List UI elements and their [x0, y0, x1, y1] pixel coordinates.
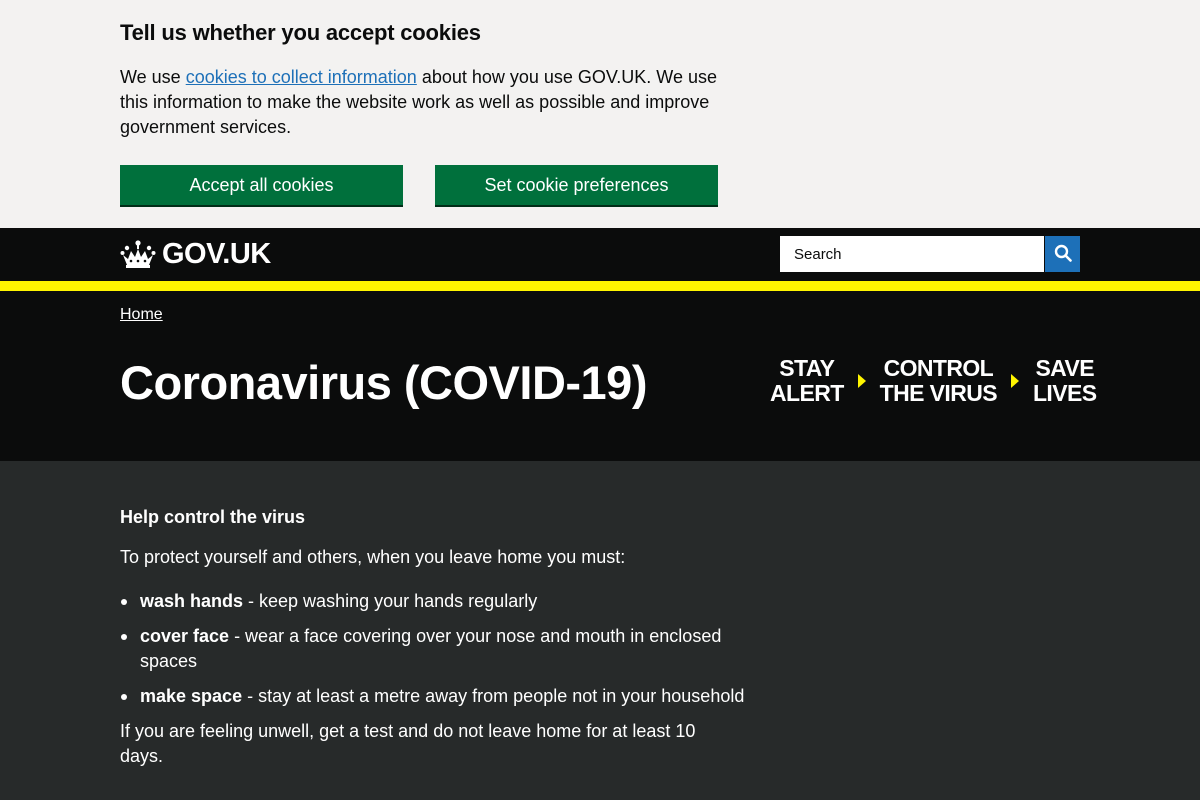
rule-text: - stay at least a metre away from people…	[242, 686, 745, 706]
cookie-banner: Tell us whether you accept cookies We us…	[0, 0, 1200, 228]
cookie-banner-text: We use cookies to collect information ab…	[120, 65, 730, 140]
rules-list: wash hands - keep washing your hands reg…	[120, 589, 760, 709]
search-icon	[1054, 244, 1072, 265]
search-form	[780, 236, 1080, 272]
cookie-banner-title: Tell us whether you accept cookies	[120, 20, 481, 45]
cookie-message: Tell us whether you accept cookies We us…	[120, 18, 740, 140]
govuk-logo-link[interactable]: GOV.UK	[120, 239, 271, 269]
set-cookie-preferences-button[interactable]: Set cookie preferences	[435, 165, 718, 205]
list-item: cover face - wear a face covering over y…	[120, 624, 760, 674]
slogan-line: STAY	[779, 355, 835, 381]
rule-keyword: cover face	[140, 626, 230, 646]
cookie-text-start: We use	[120, 67, 186, 87]
site-header: GOV.UK	[0, 228, 1200, 281]
search-input[interactable]	[780, 236, 1044, 272]
slogan-stay-alert: STAY ALERT	[770, 356, 844, 406]
crown-icon	[120, 240, 156, 268]
help-control-section: Help control the virus To protect yourse…	[120, 505, 760, 769]
main-content: Help control the virus To protect yourse…	[0, 461, 1200, 800]
list-item: wash hands - keep washing your hands reg…	[120, 589, 760, 614]
slogan-control-the-virus: CONTROL THE VIRUS	[879, 355, 998, 406]
rule-text: - keep washing your hands regularly	[243, 591, 538, 611]
section-heading: Help control the virus	[120, 507, 306, 527]
rule-keyword: make space	[140, 686, 243, 706]
chevron-right-icon	[1010, 374, 1019, 388]
slogan-line: CONTROL	[883, 355, 994, 381]
rule-keyword: wash hands	[140, 591, 244, 611]
chevron-right-icon	[857, 374, 866, 388]
slogan-line: ALERT	[770, 380, 844, 406]
list-item: make space - stay at least a metre away …	[120, 684, 760, 709]
intro-text: To protect yourself and others, when you…	[120, 547, 626, 567]
unwell-text: If you are feeling unwell, get a test an…	[120, 721, 696, 766]
logo-text: GOV.UK	[162, 238, 271, 270]
hero-banner: Home Coronavirus (COVID-19) STAY ALERT C…	[0, 291, 1200, 461]
search-button[interactable]	[1044, 236, 1080, 272]
covid-slogan: STAY ALERT CONTROL THE VIRUS SAVE LIVES	[770, 355, 1097, 407]
slogan-line: THE VIRUS	[879, 380, 998, 406]
breadcrumb-home-link[interactable]: Home	[120, 305, 163, 325]
slogan-line: LIVES	[1032, 380, 1097, 406]
header-accent-bar	[0, 281, 1200, 291]
slogan-line: SAVE	[1035, 355, 1094, 381]
page-title: Coronavirus (COVID-19)	[120, 356, 647, 409]
cookies-info-link[interactable]: cookies to collect information	[186, 67, 417, 87]
slogan-save-lives: SAVE LIVES	[1032, 355, 1097, 406]
accept-all-cookies-button[interactable]: Accept all cookies	[120, 165, 403, 205]
